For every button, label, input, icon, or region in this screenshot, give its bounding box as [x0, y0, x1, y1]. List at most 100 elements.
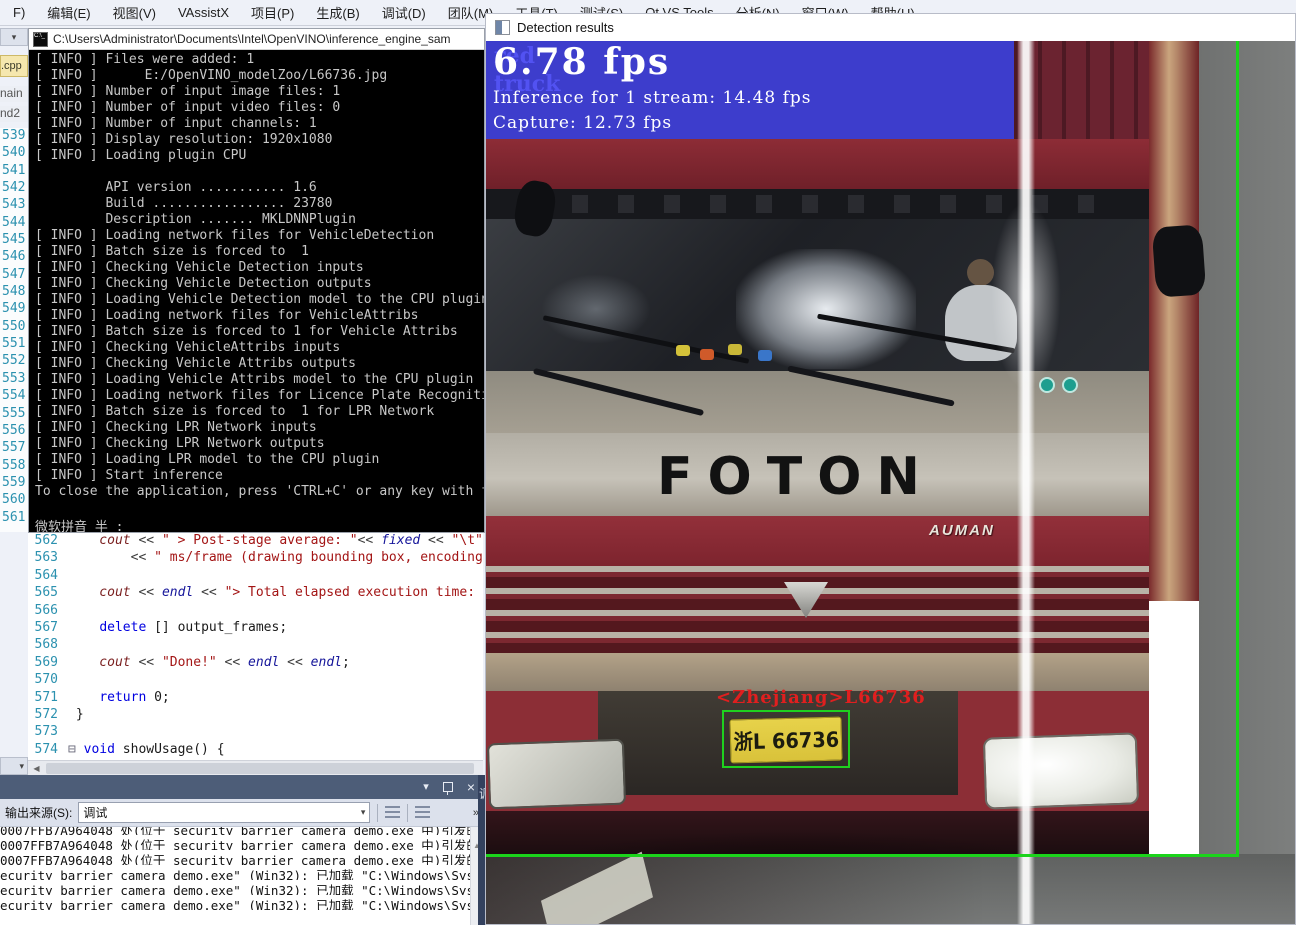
- console-title-bar[interactable]: C:\_ C:\Users\Administrator\Documents\In…: [29, 29, 484, 50]
- auto-hide-pin-icon[interactable]: [442, 782, 453, 795]
- menu-item[interactable]: 项目(P): [240, 0, 305, 27]
- line-number: 556: [2, 422, 26, 438]
- truck-cab-roof: [486, 139, 1149, 189]
- output-panel-header: ▾ ×: [0, 775, 483, 799]
- output-log-line: 0007FFB7A964048 处(位于 security_barrier_ca…: [0, 827, 483, 835]
- model-badge-text: AUMAN: [929, 522, 995, 539]
- console-log-line: [ INFO ] Checking VehicleAttribs inputs: [35, 340, 341, 355]
- menu-item[interactable]: 生成(B): [305, 0, 370, 27]
- output-source-dropdown[interactable]: 调试 ▾: [78, 802, 371, 823]
- truck-grille: [486, 566, 1149, 653]
- console-log-line: [ INFO ] Loading network files for Vehic…: [35, 228, 435, 243]
- line-number: 560: [2, 492, 26, 508]
- line-number: 550: [2, 318, 26, 334]
- console-title: C:\Users\Administrator\Documents\Intel\O…: [53, 32, 451, 46]
- code-line[interactable]: 562 cout << " > Post-stage average: "<< …: [28, 533, 483, 550]
- console-log-line: Build ................. 23780: [35, 196, 333, 211]
- code-line[interactable]: 572 }: [28, 707, 483, 724]
- window-fragment-nd2: nd2: [0, 106, 28, 122]
- code-line[interactable]: 569 cout << "Done!" << endl << endl;: [28, 655, 483, 672]
- code-line[interactable]: 570: [28, 672, 483, 689]
- headlight-right: [982, 732, 1140, 810]
- bumper-upper: [486, 653, 1149, 691]
- close-icon[interactable]: ×: [467, 780, 475, 794]
- line-number: 557: [2, 440, 26, 456]
- console-log-line: [ INFO ] Number of input image files: 1: [35, 84, 341, 99]
- toolbar-separator: [377, 803, 379, 822]
- goto-message-icon[interactable]: [385, 806, 401, 819]
- console-log-line: [ INFO ] Loading LPR model to the CPU pl…: [35, 452, 380, 467]
- dashboard-object: [700, 349, 714, 360]
- output-log-line: 0007FFB7A964048 处(位于 security_barrier_ca…: [0, 838, 483, 850]
- scrollbar-thumb[interactable]: [46, 763, 474, 774]
- scroll-left-icon[interactable]: ◀: [30, 763, 43, 774]
- menu-item[interactable]: F): [2, 0, 36, 25]
- line-number: 558: [2, 457, 26, 473]
- console-window: C:\_ C:\Users\Administrator\Documents\In…: [28, 28, 485, 533]
- vehicle-bounding-box-right: [1236, 41, 1239, 857]
- side-mirror-right: [1151, 224, 1207, 298]
- window-position-icon[interactable]: ▾: [423, 781, 429, 793]
- console-log-line: [ INFO ] Loading network files for Licen…: [35, 388, 484, 403]
- menu-item[interactable]: 视图(V): [102, 0, 167, 27]
- line-number: 552: [2, 353, 26, 369]
- menu-item[interactable]: VAssistX: [167, 0, 240, 25]
- output-source-value: 调试: [83, 806, 108, 820]
- toolbar-dropdown-icon[interactable]: ▾: [0, 28, 28, 46]
- line-number: 554: [2, 388, 26, 404]
- console-log-line: [ INFO ] Checking LPR Network outputs: [35, 436, 325, 451]
- headlight-left: [486, 738, 627, 810]
- clear-output-icon[interactable]: [415, 806, 431, 819]
- code-line[interactable]: 573: [28, 724, 483, 741]
- line-number: 549: [2, 301, 26, 317]
- code-line[interactable]: 571 return 0;: [28, 690, 483, 707]
- console-log-line: [ INFO ] Checking Vehicle Detection outp…: [35, 276, 372, 291]
- fps-value: 6.78 fps: [493, 41, 671, 83]
- toolbar-separator: [407, 803, 409, 822]
- console-log-line: [ INFO ] Checking LPR Network inputs: [35, 420, 317, 435]
- editor-horizontal-scrollbar[interactable]: ◀: [28, 760, 483, 776]
- console-log-line: [ INFO ] Number of input video files: 0: [35, 100, 341, 115]
- code-line[interactable]: 564: [28, 568, 483, 585]
- license-plate: 浙L 66736: [729, 716, 843, 764]
- light-streak-glow: [991, 201, 1061, 391]
- line-number: 541: [2, 162, 26, 178]
- window-icon: [495, 20, 510, 35]
- console-log-line: [35, 164, 484, 180]
- menu-item[interactable]: 编辑(E): [36, 0, 101, 27]
- truck-hood: FOTON: [486, 433, 1149, 516]
- output-panel: ▾ × 输出来源(S): 调试 ▾ » 0007FFB7A964048 处(位于…: [0, 775, 483, 925]
- output-log-area[interactable]: 0007FFB7A964048 处(位于 security_barrier_ca…: [0, 827, 483, 925]
- code-line[interactable]: 565 cout << endl << "> Total elapsed exe…: [28, 585, 483, 602]
- dashboard-object: [728, 344, 742, 355]
- editor-tab-cpp[interactable]: .cpp: [0, 55, 28, 77]
- output-log-line: ecurity_barrier_camera_demo.exe" (Win32)…: [0, 898, 483, 910]
- menu-item[interactable]: 调试(D): [371, 0, 437, 27]
- code-line[interactable]: 567 delete [] output_frames;: [28, 620, 483, 637]
- plate-bounding-box: 浙L 66736: [722, 710, 850, 768]
- code-line[interactable]: 563 << " ms/frame (drawing bounding box,…: [28, 550, 483, 567]
- console-log-line: [ INFO ] Display resolution: 1920x1080: [35, 132, 333, 147]
- truck-cargo-edge: [1149, 41, 1199, 601]
- console-output: [ INFO ] Files were added: 1[ INFO ] E:/…: [29, 50, 484, 534]
- code-line[interactable]: 574 ⊟ void showUsage() {: [28, 742, 483, 759]
- dashboard-object: [758, 350, 772, 361]
- console-log-line: 微软拼音 半 :: [35, 520, 124, 532]
- code-line[interactable]: 568: [28, 637, 483, 654]
- brand-emblem: [784, 582, 828, 618]
- code-line[interactable]: 566: [28, 603, 483, 620]
- detection-title-bar[interactable]: Detection results: [486, 14, 1295, 42]
- output-log-line: 0007FFB7A964048 处(位于 security_barrier_ca…: [0, 853, 483, 865]
- console-log-line: [ INFO ] Number of input channels: 1: [35, 116, 317, 131]
- license-plate-text: 浙L 66736: [732, 727, 840, 755]
- windshield-sticker: [1062, 377, 1078, 393]
- line-number: 539: [2, 128, 26, 143]
- detection-results-window: Detection results FOTON AUMAN <Zhejiang>…: [485, 13, 1296, 925]
- editor-nav-dropdown[interactable]: ▾: [0, 757, 28, 775]
- inference-fps: Inference for 1 stream: 14.48 fps: [493, 88, 812, 108]
- code-editor[interactable]: 562 cout << " > Post-stage average: "<< …: [28, 533, 483, 760]
- light-streak: [1017, 41, 1035, 924]
- window-fragment-main: nain: [0, 86, 28, 102]
- output-log-lines: 0007FFB7A964048 处(位于 security_barrier_ca…: [0, 827, 483, 910]
- line-number: 544: [2, 214, 26, 230]
